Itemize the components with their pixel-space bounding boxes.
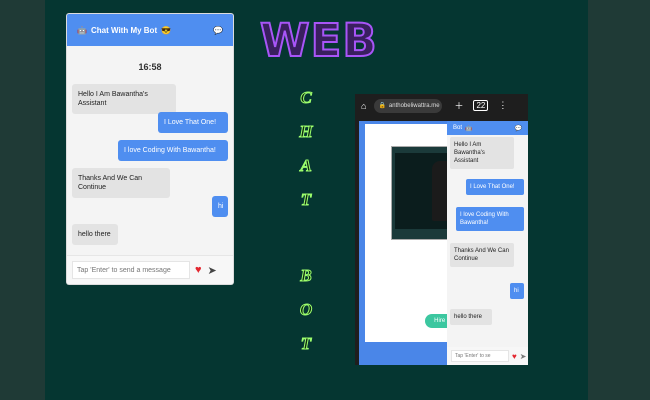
portfolio-site: Bawan Beliwat Software Developer Hire M …	[359, 121, 528, 365]
vertical-letter: A	[300, 156, 312, 176]
chat-time: 16:58	[138, 62, 162, 72]
send-icon[interactable]: ➤	[520, 352, 527, 361]
chat-message: I Love That One!	[466, 179, 524, 195]
web-title: WEB	[259, 13, 378, 68]
vertical-letter: C	[300, 88, 312, 108]
tabs-icon[interactable]: 22	[473, 100, 489, 111]
vertical-letter: O	[299, 300, 313, 320]
heart-icon[interactable]: ♥	[512, 352, 517, 361]
chat-message: I Love That One!	[158, 112, 228, 133]
chat-message: Thanks And We Can Continue	[72, 168, 170, 198]
desktop-chat-widget: 🤖 Chat With My Bot 😎 💬 16:58 Hello I Am …	[67, 14, 233, 284]
vertical-letter: H	[299, 122, 313, 142]
url-text: anthobeliwattra.me	[388, 102, 440, 109]
url-box[interactable]: 🔒 anthobeliwattra.me	[374, 98, 443, 113]
chat-message: Thanks And We Can Continue	[450, 243, 514, 267]
chat-header: 🤖 Chat With My Bot 😎 💬	[67, 14, 233, 46]
chat-title: 🤖 Chat With My Bot 😎	[77, 26, 213, 35]
heart-icon[interactable]: ♥	[195, 264, 202, 276]
chat-title-text: Chat With My Bot	[90, 25, 158, 35]
more-icon[interactable]: ⋮	[498, 100, 507, 111]
send-icon[interactable]: ➤	[208, 264, 217, 277]
profile-name: Bawan Beliwat	[393, 252, 432, 276]
chat-icon: 🤖	[77, 25, 87, 35]
mobile-chat-input[interactable]: Tap 'Enter' to se	[451, 350, 509, 362]
chat-message: hi	[510, 283, 524, 299]
profile-role: Software Developer	[385, 292, 429, 298]
new-tab-icon[interactable]: ＋	[454, 99, 463, 112]
vertical-letter: B	[300, 266, 312, 286]
chat-footer: Tap 'Enter' to send a message ♥ ➤	[67, 255, 233, 284]
chat-input[interactable]: Tap 'Enter' to send a message	[72, 261, 190, 279]
vertical-letter: T	[300, 190, 312, 210]
profile-name-line2: Beliwat	[393, 264, 432, 276]
chat-bubble-icon[interactable]: 💬	[515, 125, 522, 132]
mobile-chat-header: Bot 🤖 💬	[447, 121, 528, 135]
mobile-chat-widget: Bot 🤖 💬 Hello I Am Bawantha's Assistant …	[447, 121, 528, 365]
chat-message: hi	[212, 196, 228, 217]
mobile-mockup: ⌂ 🔒 anthobeliwattra.me ＋ 22 ⋮ Bawan Beli…	[355, 94, 528, 365]
chat-message: hello there	[72, 224, 118, 245]
mobile-chat-title: Bot	[453, 125, 463, 131]
home-icon[interactable]: ⌂	[361, 101, 366, 111]
chat-bubble-icon[interactable]: 💬	[213, 26, 223, 35]
browser-bar: ⌂ 🔒 anthobeliwattra.me ＋ 22 ⋮	[355, 94, 528, 117]
chat-message: Hello I Am Bawantha's Assistant	[450, 137, 514, 169]
lock-icon: 🔒	[378, 103, 386, 109]
chat-message: Hello I Am Bawantha's Assistant	[72, 84, 176, 114]
left-margin-panel	[0, 0, 45, 400]
bot-icon: 🤖	[465, 125, 473, 132]
vertical-letter: T	[300, 334, 312, 354]
mobile-chat-footer: Tap 'Enter' to se ♥ ➤	[447, 347, 528, 365]
chat-message: I love Coding With Bawantha!	[118, 140, 228, 161]
chat-message: hello there	[450, 309, 492, 325]
bot-icon: 😎	[161, 25, 172, 35]
profile-name-line1: Bawan	[393, 252, 429, 264]
right-margin-panel	[588, 0, 650, 400]
chat-message: I love Coding With Bawantha!	[456, 207, 524, 231]
